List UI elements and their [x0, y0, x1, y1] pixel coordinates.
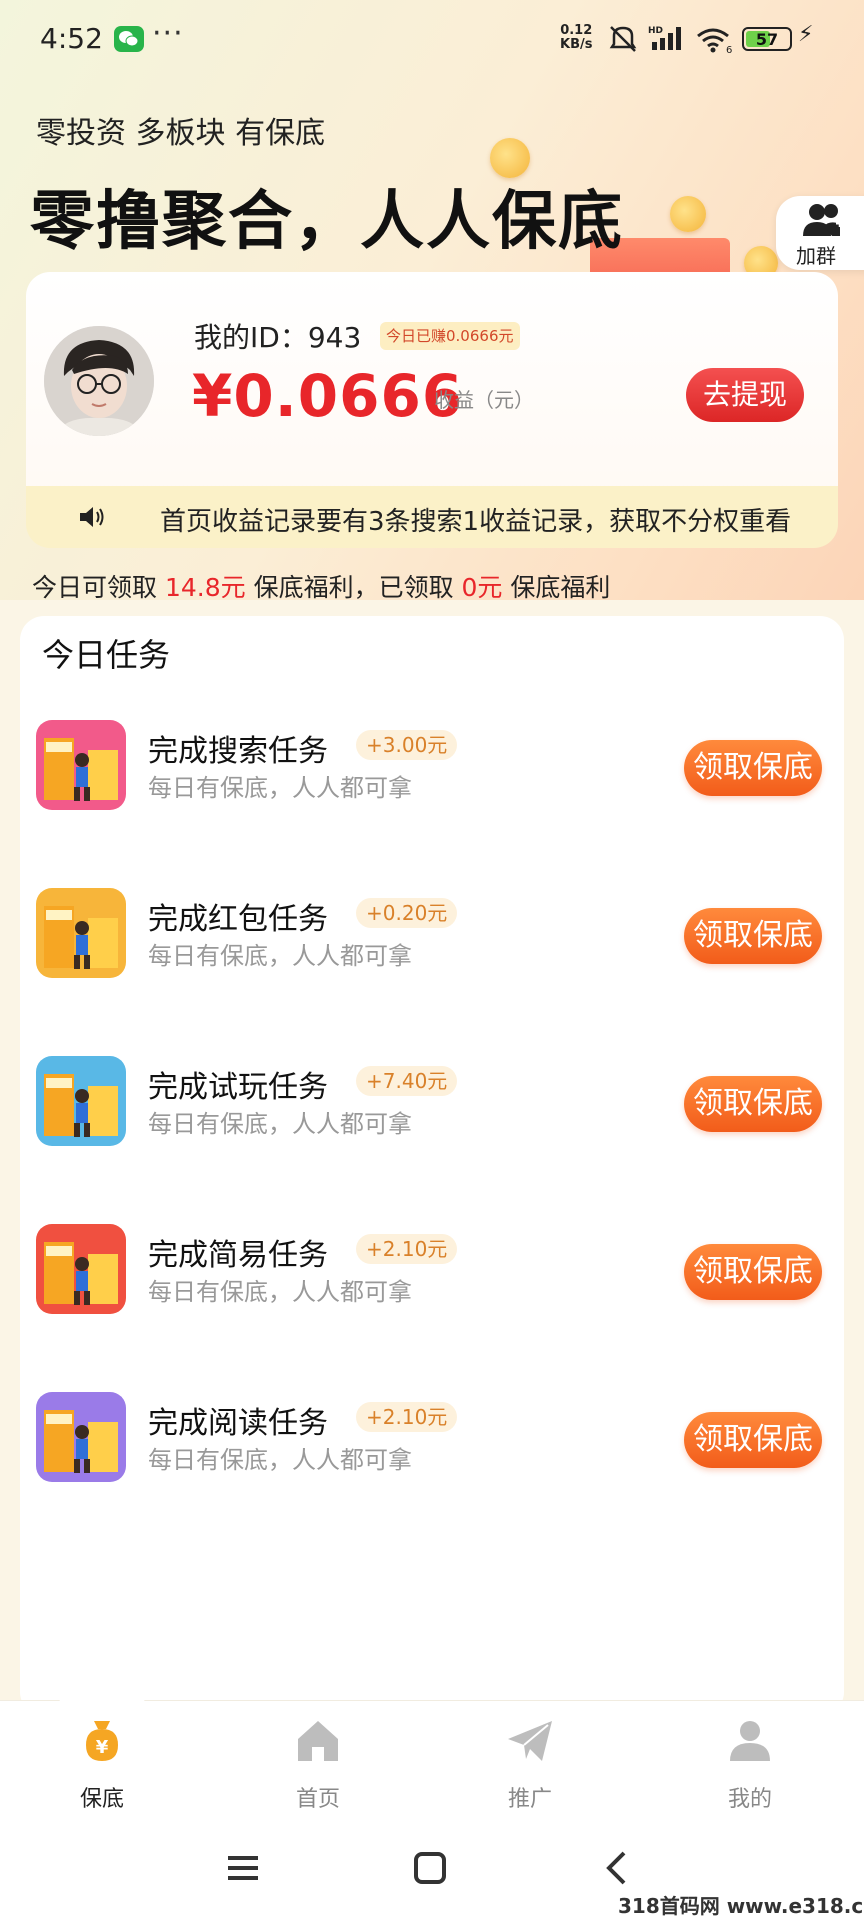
task-reward-badge: +2.10元 [356, 1234, 458, 1264]
claim-summary: 今日可领取 14.8元 保底福利，已领取 0元 保底福利 [32, 568, 610, 604]
svg-text:¥: ¥ [96, 1737, 109, 1758]
task-description: 每日有保底，人人都可拿 [148, 942, 412, 970]
hero-subtitle: 零投资 多板块 有保底 [36, 116, 326, 151]
mute-icon [608, 24, 638, 58]
today-earned-badge: 今日已赚0.0666元 [380, 322, 520, 350]
task-title: 完成红包任务 [148, 902, 328, 937]
wifi-icon: 6 [694, 26, 734, 58]
back-icon[interactable] [604, 1850, 628, 1890]
nav-item-mine[interactable]: 我的 [680, 1701, 820, 1821]
coin-decoration [670, 196, 706, 232]
task-title: 完成阅读任务 [148, 1406, 328, 1441]
network-speed-unit: KB/s [560, 37, 593, 52]
task-title: 完成搜索任务 [148, 734, 328, 769]
task-thumbnail [36, 888, 126, 978]
notice-text: 首页收益记录要有3条搜索1收益记录，获取不分权重看 [160, 507, 792, 537]
claim-guarantee-button[interactable]: 领取保底 [684, 1412, 822, 1468]
claim-guarantee-button[interactable]: 领取保底 [684, 740, 822, 796]
claim-summary-suffix: 保底福利 [502, 573, 611, 602]
nav-item-home[interactable]: 首页 [248, 1701, 388, 1821]
balance-unit-label: 收益（元） [434, 388, 534, 412]
task-row[interactable]: 完成红包任务 +0.20元 每日有保底，人人都可拿 领取保底 [20, 888, 844, 1008]
home-icon [292, 1715, 344, 1767]
nav-label: 推广 [507, 1787, 552, 1812]
battery-icon: 57 [742, 27, 792, 51]
task-thumbnail [36, 1056, 126, 1146]
svg-text:6: 6 [726, 45, 732, 54]
task-thumbnail [36, 1392, 126, 1482]
nav-label: 我的 [727, 1787, 772, 1812]
task-title: 完成简易任务 [148, 1238, 328, 1273]
speaker-icon [78, 504, 106, 534]
task-description: 每日有保底，人人都可拿 [148, 774, 412, 802]
task-row[interactable]: 完成简易任务 +2.10元 每日有保底，人人都可拿 领取保底 [20, 1224, 844, 1344]
task-title: 完成试玩任务 [148, 1070, 328, 1105]
claim-summary-prefix: 今日可领取 [32, 573, 165, 602]
claim-guarantee-button[interactable]: 领取保底 [684, 1244, 822, 1300]
tasks-heading: 今日任务 [42, 636, 171, 674]
watermark: 318首码网 www.e318.com [618, 1894, 864, 1918]
task-description: 每日有保底，人人都可拿 [148, 1278, 412, 1306]
money-bag-icon: ¥ [76, 1715, 128, 1767]
nav-label: 首页 [295, 1787, 340, 1812]
hero-title: 零撸聚合，人人保底 [30, 185, 624, 259]
task-row[interactable]: 完成阅读任务 +2.10元 每日有保底，人人都可拿 领取保底 [20, 1392, 844, 1512]
balance-amount: ¥0.0666 [192, 362, 464, 430]
join-group-label: 加群 [796, 244, 836, 268]
wechat-icon [114, 26, 144, 52]
claim-available-amount: 14.8元 [164, 573, 246, 602]
network-speed: 0.12 KB/s [560, 24, 592, 52]
task-reward-badge: +3.00元 [356, 730, 458, 760]
battery-level: 57 [755, 30, 779, 49]
svg-text:HD: HD [648, 26, 663, 36]
user-icon [724, 1715, 776, 1767]
more-notifications-icon: ··· [152, 16, 184, 51]
task-description: 每日有保底，人人都可拿 [148, 1110, 412, 1138]
task-reward-badge: +2.10元 [356, 1402, 458, 1432]
task-row[interactable]: 完成搜索任务 +3.00元 每日有保底，人人都可拿 领取保底 [20, 720, 844, 840]
signal-icon: HD [648, 24, 688, 56]
join-group-button[interactable]: 加群 [776, 196, 864, 270]
avatar[interactable] [44, 326, 154, 436]
tasks-card: 今日任务 完成搜索任务 +3.00元 每日有保底，人人都可拿 领取保底 完成红包… [20, 616, 844, 1716]
group-add-icon [802, 202, 846, 242]
withdraw-button[interactable]: 去提现 [686, 368, 804, 422]
task-reward-badge: +0.20元 [356, 898, 458, 928]
task-thumbnail [36, 720, 126, 810]
task-reward-badge: +7.40元 [356, 1066, 458, 1096]
nav-label: 保底 [79, 1787, 124, 1812]
notice-bar[interactable]: 首页收益记录要有3条搜索1收益记录，获取不分权重看 [26, 486, 838, 548]
claim-claimed-amount: 0元 [461, 573, 503, 602]
task-row[interactable]: 完成试玩任务 +7.40元 每日有保底，人人都可拿 领取保底 [20, 1056, 844, 1176]
home-button-icon[interactable] [414, 1852, 446, 1884]
task-description: 每日有保底，人人都可拿 [148, 1446, 412, 1474]
paper-plane-icon [504, 1715, 556, 1767]
task-thumbnail [36, 1224, 126, 1314]
charging-icon: ⚡ [798, 22, 814, 47]
user-id: 我的ID：943 [194, 321, 362, 354]
recent-apps-icon[interactable] [226, 1854, 260, 1886]
nav-item-guarantee[interactable]: ¥ 保底 [32, 1677, 172, 1821]
claim-summary-middle: 保底福利，已领取 [245, 573, 462, 602]
bottom-nav: ¥ 保底 首页 推广 我的 [0, 1677, 864, 1821]
nav-item-promote[interactable]: 推广 [460, 1701, 600, 1821]
status-time: 4:52 [40, 22, 103, 55]
claim-guarantee-button[interactable]: 领取保底 [684, 908, 822, 964]
status-bar: 4:52 ··· 0.12 KB/s HD 6 57 ⚡ [0, 0, 864, 80]
claim-guarantee-button[interactable]: 领取保底 [684, 1076, 822, 1132]
network-speed-value: 0.12 [560, 23, 593, 38]
